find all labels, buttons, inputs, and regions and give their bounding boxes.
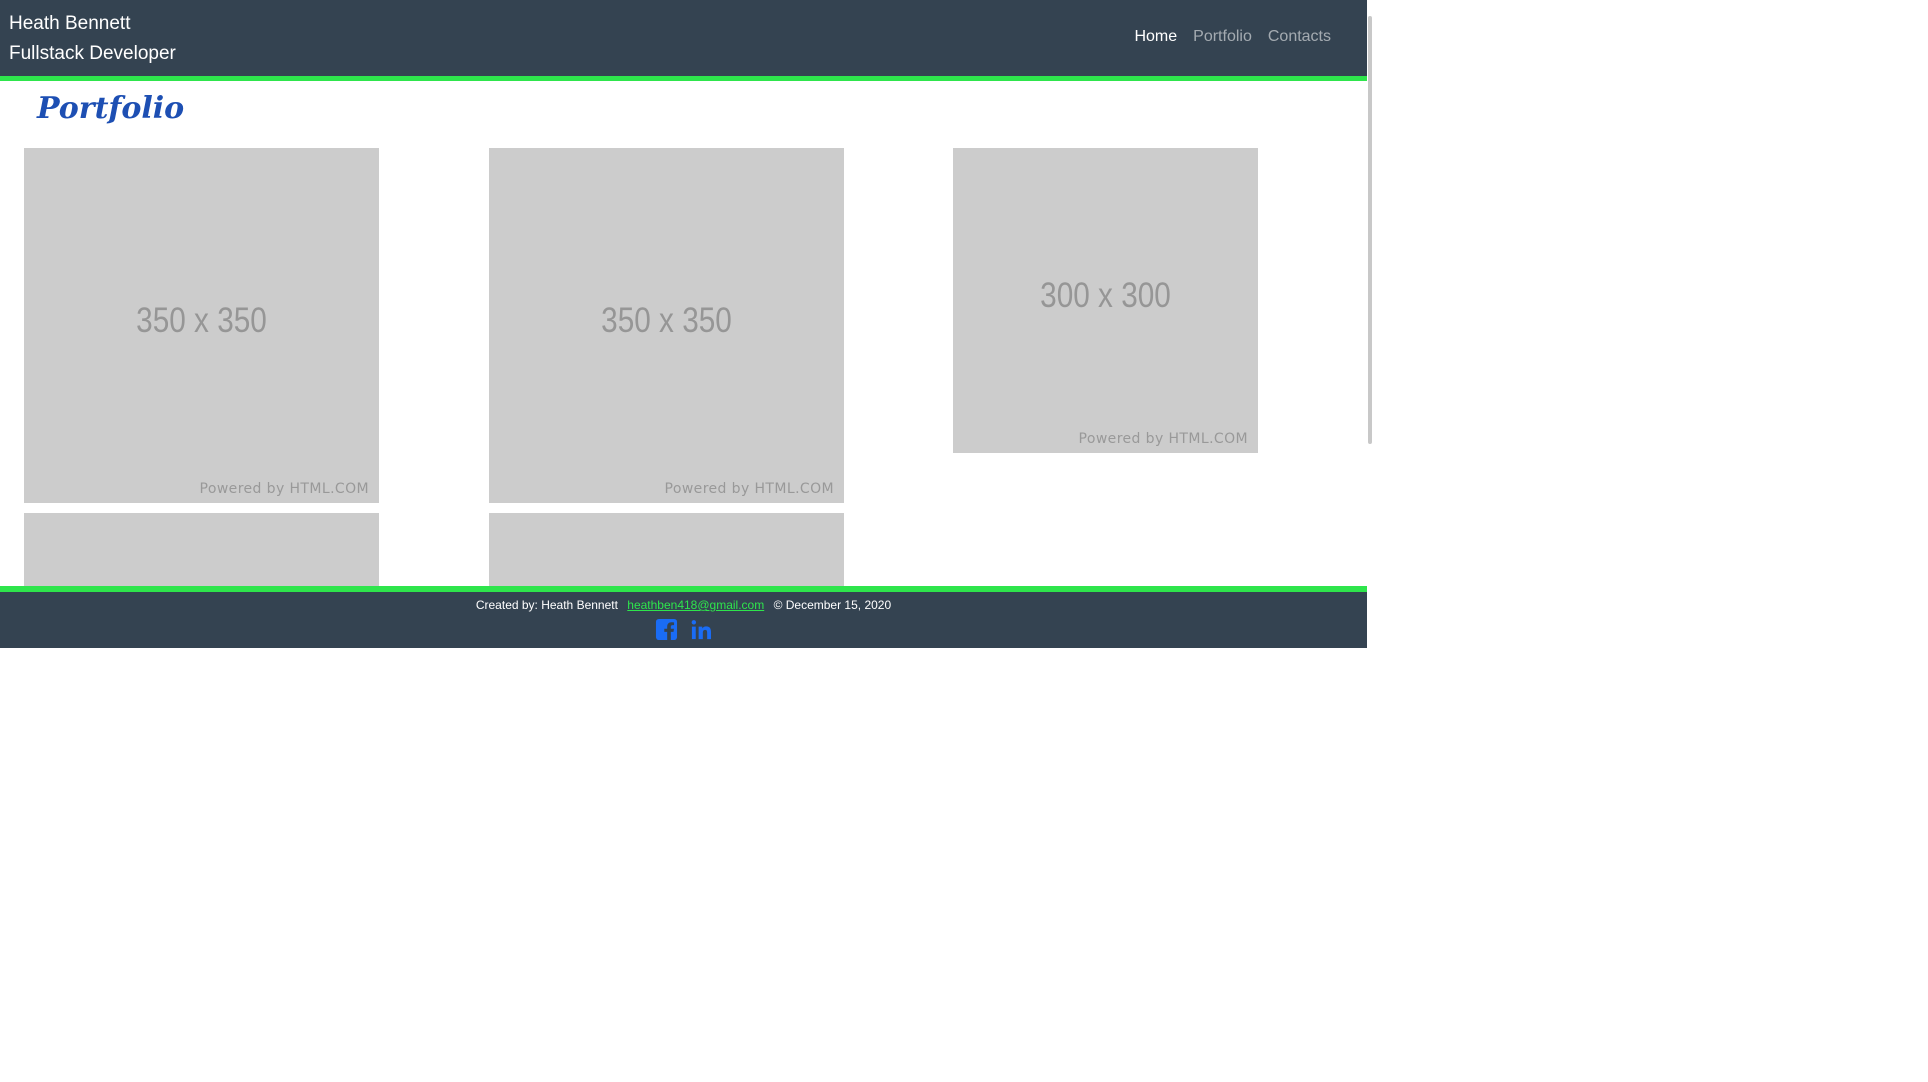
- placeholder-dimension: 350 x 350: [601, 301, 732, 340]
- nav-home-link[interactable]: Home: [1134, 24, 1177, 50]
- main-nav: Home Portfolio Contacts: [1134, 24, 1331, 50]
- powered-by-label: Powered by HTML.COM: [199, 481, 369, 497]
- portfolio-card[interactable]: [24, 513, 379, 586]
- footer: Created by: Heath Bennett heathben418@gm…: [0, 586, 1367, 648]
- portfolio-card[interactable]: 300 x 300 Powered by HTML.COM: [953, 148, 1258, 453]
- footer-credits: Created by: Heath Bennett heathben418@gm…: [0, 598, 1367, 612]
- scrollbar[interactable]: [1368, 16, 1372, 444]
- linkedin-icon[interactable]: [690, 618, 713, 641]
- navbar: Heath Bennett Fullstack Developer Home P…: [0, 0, 1367, 81]
- placeholder-dimension: 350 x 350: [136, 301, 267, 340]
- portfolio-card[interactable]: [489, 513, 844, 586]
- powered-by-label: Powered by HTML.COM: [664, 481, 834, 497]
- nav-contacts-link[interactable]: Contacts: [1268, 24, 1331, 50]
- app-window: Heath Bennett Fullstack Developer Home P…: [0, 0, 1367, 648]
- brand[interactable]: Heath Bennett Fullstack Developer: [9, 9, 176, 69]
- portfolio-card[interactable]: 350 x 350 Powered by HTML.COM: [24, 148, 379, 503]
- placeholder-dimension: 300 x 300: [1040, 276, 1171, 315]
- page-title: Portfolio: [37, 91, 185, 126]
- brand-role: Fullstack Developer: [9, 43, 176, 64]
- main-content: Portfolio 350 x 350 Powered by HTML.COM …: [0, 81, 1367, 586]
- created-by-text: Created by: Heath Bennett: [475, 598, 618, 612]
- email-link[interactable]: heathben418@gmail.com: [627, 598, 764, 612]
- portfolio-card[interactable]: 350 x 350 Powered by HTML.COM: [489, 148, 844, 503]
- copyright-text: © December 15, 2020: [773, 598, 892, 612]
- powered-by-label: Powered by HTML.COM: [1078, 431, 1248, 447]
- social-links: [0, 618, 1367, 641]
- facebook-icon[interactable]: [655, 618, 678, 641]
- brand-name: Heath Bennett: [9, 13, 131, 34]
- nav-portfolio-link[interactable]: Portfolio: [1193, 24, 1252, 50]
